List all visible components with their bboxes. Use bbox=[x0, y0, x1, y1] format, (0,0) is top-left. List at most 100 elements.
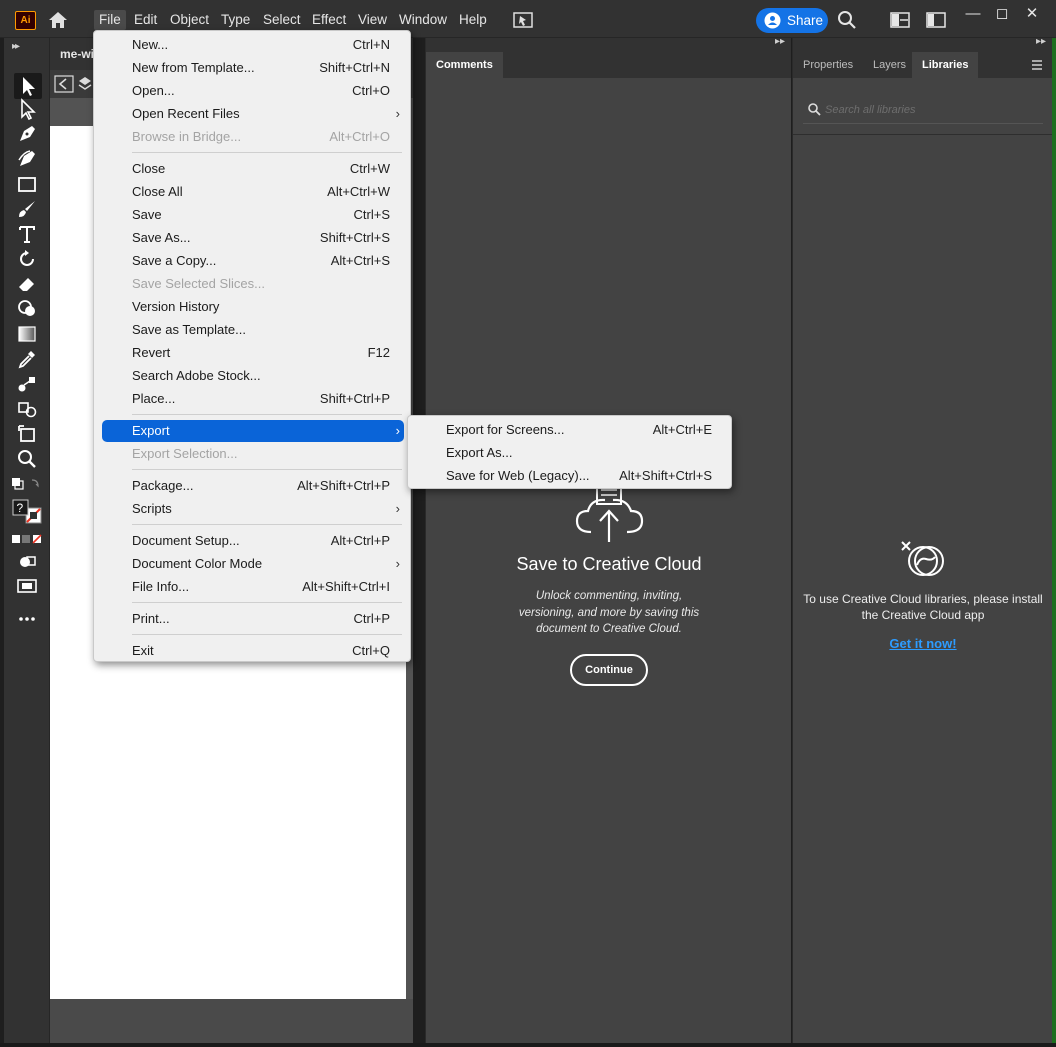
artboard-tool-icon[interactable] bbox=[16, 423, 38, 445]
panel-menu-icon[interactable] bbox=[1030, 54, 1044, 76]
menu-effect[interactable]: Effect bbox=[307, 10, 351, 30]
selection-tool-icon[interactable] bbox=[14, 73, 42, 99]
menu-item-shortcut: Alt+Shift+Ctrl+I bbox=[302, 579, 390, 594]
menu-item-close[interactable]: Close Ctrl+W bbox=[102, 158, 404, 180]
menu-item-export-selection[interactable]: Export Selection... bbox=[102, 443, 404, 465]
menu-item-document-color-mode[interactable]: Document Color Mode › bbox=[102, 553, 404, 575]
menu-item-save-as[interactable]: Save As... Shift+Ctrl+S bbox=[102, 227, 404, 249]
menu-item-label: Export for Screens... bbox=[446, 422, 565, 437]
submenu-arrow-icon: › bbox=[395, 556, 400, 571]
menu-item-close-all[interactable]: Close All Alt+Ctrl+W bbox=[102, 181, 404, 203]
tab-layers[interactable]: Layers bbox=[863, 52, 916, 78]
zoom-tool-icon[interactable] bbox=[16, 448, 38, 470]
share-button[interactable]: Share bbox=[756, 8, 828, 33]
search-icon[interactable] bbox=[837, 10, 857, 30]
collapse-panel-icon[interactable]: ▸▸ bbox=[775, 36, 785, 47]
close-icon[interactable]: ✕ bbox=[1020, 4, 1044, 24]
menu-item-document-setup[interactable]: Document Setup... Alt+Ctrl+P bbox=[102, 530, 404, 552]
draw-mode-icon[interactable] bbox=[16, 551, 38, 573]
menu-item-open[interactable]: Open... Ctrl+O bbox=[102, 80, 404, 102]
gradient-tool-icon[interactable] bbox=[16, 323, 38, 345]
eyedropper-tool-icon[interactable] bbox=[16, 348, 38, 370]
menu-item-revert[interactable]: Revert F12 bbox=[102, 342, 404, 364]
menu-item-label: File Info... bbox=[132, 579, 190, 594]
minimize-icon[interactable]: — bbox=[961, 4, 985, 24]
menu-item-save-for-web[interactable]: Save for Web (Legacy)... Alt+Shift+Ctrl+S bbox=[416, 465, 726, 487]
tab-comments[interactable]: Comments bbox=[426, 52, 503, 78]
eraser-tool-icon[interactable] bbox=[16, 273, 38, 295]
menu-item-shortcut: Alt+Shift+Ctrl+S bbox=[619, 468, 712, 483]
shape-builder-tool-icon[interactable] bbox=[16, 298, 38, 320]
menu-item-save-as-template[interactable]: Save as Template... bbox=[102, 319, 404, 341]
pen-tool-icon[interactable] bbox=[16, 123, 38, 145]
curvature-tool-icon[interactable] bbox=[16, 148, 38, 170]
menu-help[interactable]: Help bbox=[454, 10, 492, 30]
menu-item-label: Close bbox=[132, 161, 166, 176]
menu-window[interactable]: Window bbox=[394, 10, 452, 30]
collapse-panel-icon[interactable]: ▸▸ bbox=[1036, 36, 1046, 47]
library-search-input[interactable] bbox=[825, 100, 1035, 120]
submenu-arrow-icon: › bbox=[395, 501, 400, 516]
rectangle-tool-icon[interactable] bbox=[16, 173, 38, 195]
workspace-switcher-icon[interactable] bbox=[890, 10, 910, 30]
menu-item-scripts[interactable]: Scripts › bbox=[102, 498, 404, 520]
panel-layout-icon[interactable] bbox=[926, 10, 946, 30]
layers-icon[interactable] bbox=[78, 75, 92, 93]
search-icon bbox=[808, 103, 821, 116]
divider bbox=[793, 134, 1053, 135]
menu-view[interactable]: View bbox=[353, 10, 392, 30]
menu-file[interactable]: File bbox=[94, 10, 126, 30]
menu-edit[interactable]: Edit bbox=[129, 10, 162, 30]
menu-item-label: Export Selection... bbox=[132, 446, 238, 461]
menu-item-label: Version History bbox=[132, 299, 220, 314]
file-menu-dropdown: New... Ctrl+N New from Template... Shift+C… bbox=[93, 30, 411, 662]
continue-button[interactable]: Continue bbox=[570, 654, 648, 686]
more-tools-icon[interactable] bbox=[16, 608, 38, 630]
menu-item-new-from-template[interactable]: New from Template... Shift+Ctrl+N bbox=[102, 57, 404, 79]
paintbrush-tool-icon[interactable] bbox=[16, 198, 38, 220]
get-it-now-link[interactable]: Get it now! bbox=[793, 636, 1053, 651]
back-arrow-icon[interactable] bbox=[54, 75, 74, 93]
menu-item-shortcut: Ctrl+P bbox=[353, 611, 390, 626]
collapse-toolbar-icon[interactable]: ▸▸ bbox=[12, 41, 20, 52]
arrange-documents-icon[interactable] bbox=[513, 11, 533, 29]
fill-stroke-icon[interactable]: ? bbox=[10, 498, 44, 526]
submenu-arrow-icon: › bbox=[395, 106, 400, 121]
type-tool-icon[interactable] bbox=[16, 223, 38, 245]
menu-item-shortcut: F12 bbox=[367, 345, 390, 360]
home-icon[interactable] bbox=[47, 10, 69, 30]
menu-item-label: Revert bbox=[132, 345, 171, 360]
tab-libraries[interactable]: Libraries bbox=[912, 52, 979, 78]
menu-type[interactable]: Type bbox=[216, 10, 255, 30]
menu-item-browse-in-bridge[interactable]: Browse in Bridge... Alt+Ctrl+O bbox=[102, 126, 404, 148]
maximize-icon[interactable]: ◻ bbox=[990, 4, 1014, 24]
menu-item-file-info[interactable]: File Info... Alt+Shift+Ctrl+I bbox=[102, 576, 404, 598]
menu-item-save[interactable]: Save Ctrl+S bbox=[102, 204, 404, 226]
menu-item-package[interactable]: Package... Alt+Shift+Ctrl+P bbox=[102, 475, 404, 497]
direct-selection-tool-icon[interactable] bbox=[16, 98, 38, 121]
default-colors-icon[interactable] bbox=[10, 476, 40, 492]
menu-item-export[interactable]: Export › bbox=[102, 420, 404, 442]
menu-item-open-recent[interactable]: Open Recent Files › bbox=[102, 103, 404, 125]
menu-item-save-selected-slices[interactable]: Save Selected Slices... bbox=[102, 273, 404, 295]
menu-item-search-adobe-stock[interactable]: Search Adobe Stock... bbox=[102, 365, 404, 387]
menu-item-save-a-copy[interactable]: Save a Copy... Alt+Ctrl+S bbox=[102, 250, 404, 272]
menu-select[interactable]: Select bbox=[258, 10, 306, 30]
menu-item-export-for-screens[interactable]: Export for Screens... Alt+Ctrl+E bbox=[416, 419, 726, 441]
tab-properties[interactable]: Properties bbox=[793, 52, 863, 78]
rotate-tool-icon[interactable] bbox=[16, 248, 38, 270]
screen-mode-icon[interactable] bbox=[16, 575, 38, 597]
menu-item-version-history[interactable]: Version History bbox=[102, 296, 404, 318]
symbol-sprayer-tool-icon[interactable] bbox=[16, 398, 38, 420]
color-mode-icon[interactable] bbox=[10, 532, 44, 546]
menu-item-exit[interactable]: Exit Ctrl+Q bbox=[102, 640, 404, 662]
menu-item-export-as[interactable]: Export As... bbox=[416, 442, 726, 464]
blend-tool-icon[interactable] bbox=[16, 373, 38, 395]
menu-item-label: Export bbox=[132, 423, 170, 438]
menu-item-print[interactable]: Print... Ctrl+P bbox=[102, 608, 404, 630]
menu-item-place[interactable]: Place... Shift+Ctrl+P bbox=[102, 388, 404, 410]
panel-header-strip: ▸▸ bbox=[426, 36, 791, 52]
menu-item-new[interactable]: New... Ctrl+N bbox=[102, 34, 404, 56]
menu-separator bbox=[132, 524, 402, 525]
menu-object[interactable]: Object bbox=[165, 10, 214, 30]
